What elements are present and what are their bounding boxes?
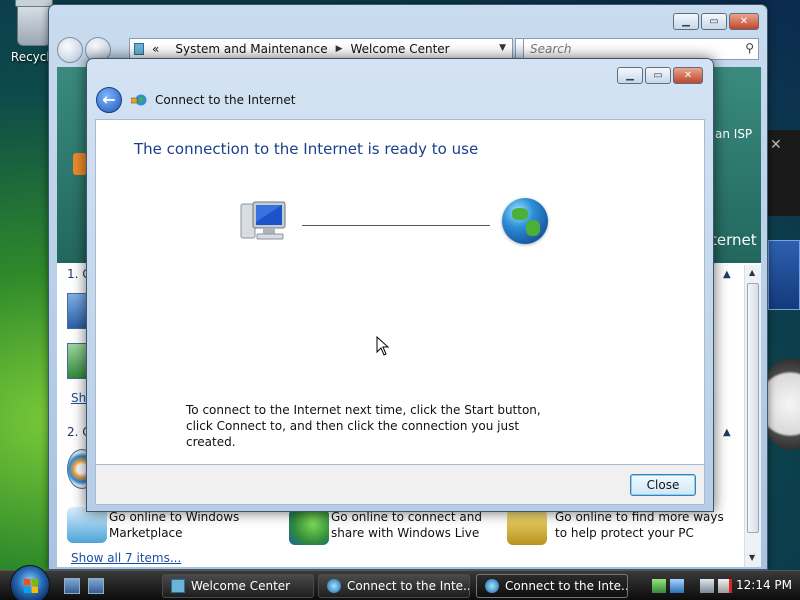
breadcrumb-system-maintenance[interactable]: System and Maintenance: [175, 42, 327, 56]
dialog-window-controls: ▁ ▭ ✕: [617, 67, 703, 84]
search-placeholder: Search: [530, 42, 572, 56]
minimize-button[interactable]: ▁: [673, 13, 699, 30]
recycle-bin-icon: [15, 0, 53, 46]
collapse-section-2-icon[interactable]: ▲: [723, 427, 731, 438]
tile-protect-line1[interactable]: Go online to find more ways: [555, 510, 724, 525]
dialog-minimize-button[interactable]: ▁: [617, 67, 643, 84]
close-window-button[interactable]: ✕: [729, 13, 759, 30]
vertical-scrollbar[interactable]: ▲ ▼: [744, 265, 761, 567]
breadcrumb-prefix[interactable]: «: [152, 42, 159, 56]
network-globe-icon: [485, 579, 499, 593]
taskbar-connect-internet-1[interactable]: Connect to the Inte...: [318, 574, 470, 598]
connect-internet-dialog: ▁ ▭ ✕ ← Connect to the Internet The conn…: [86, 58, 714, 512]
status-heading: The connection to the Internet is ready …: [134, 140, 479, 158]
instruction-text: To connect to the Internet next time, cl…: [186, 403, 541, 449]
dialog-title: Connect to the Internet: [155, 93, 296, 107]
connection-line: [302, 225, 490, 226]
address-bar[interactable]: « System and Maintenance ▶ Welcome Cente…: [129, 38, 513, 60]
clock[interactable]: 12:14 PM: [736, 578, 792, 592]
taskbar: Welcome Center Connect to the Inte... Co…: [0, 565, 800, 600]
taskbar-button-label: Connect to the Inte...: [505, 579, 628, 593]
mouse-pointer-icon: [376, 336, 390, 356]
marketplace-basket-icon[interactable]: [67, 507, 107, 543]
maximize-button[interactable]: ▭: [701, 13, 727, 30]
network-globe-icon: [131, 94, 147, 106]
breadcrumb-arrow-icon[interactable]: ▶: [336, 44, 343, 54]
search-icon[interactable]: ⚲: [745, 41, 754, 55]
network-status-icon[interactable]: [700, 579, 714, 593]
security-center-icon[interactable]: [652, 579, 666, 593]
security-lock-icon[interactable]: [507, 509, 547, 545]
globe-land-1: [512, 208, 528, 220]
banner-internet-text: ternet: [711, 231, 757, 249]
tile-marketplace-line1[interactable]: Go online to Windows: [109, 510, 239, 525]
window-controls: ▁ ▭ ✕: [673, 13, 759, 30]
collapse-section-1-icon[interactable]: ▲: [723, 269, 731, 280]
dialog-maximize-button[interactable]: ▭: [645, 67, 671, 84]
taskbar-connect-internet-2[interactable]: Connect to the Inte...: [476, 574, 628, 598]
search-input[interactable]: Search ⚲: [523, 38, 759, 60]
start-button[interactable]: [10, 565, 50, 600]
show-all-items-link[interactable]: Show all 7 items...: [71, 551, 181, 565]
taskbar-welcome-center[interactable]: Welcome Center: [162, 574, 314, 598]
dialog-body: The connection to the Internet is ready …: [95, 119, 705, 465]
windows-live-people-icon[interactable]: [289, 509, 329, 545]
windows-update-icon[interactable]: [670, 579, 684, 593]
close-button[interactable]: Close: [630, 474, 696, 496]
breadcrumb-welcome-center[interactable]: Welcome Center: [351, 42, 450, 56]
address-dropdown-icon[interactable]: ▼: [499, 43, 506, 53]
volume-muted-icon[interactable]: [718, 579, 732, 593]
switch-windows-icon[interactable]: [88, 578, 104, 594]
tile-protect-line2[interactable]: to help protect your PC: [555, 526, 694, 541]
gadget-close-icon[interactable]: ✕: [770, 137, 782, 153]
windows-flag-icon: [24, 579, 38, 593]
globe-land-2: [526, 220, 540, 236]
show-desktop-icon[interactable]: [64, 578, 80, 594]
system-tray: 12:14 PM: [648, 574, 798, 598]
banner-orange-button[interactable]: [73, 153, 87, 175]
back-arrow-button[interactable]: ←: [96, 87, 122, 113]
network-globe-icon: [327, 579, 341, 593]
tile-live-line1[interactable]: Go online to connect and: [331, 510, 482, 525]
welcome-center-icon: [171, 579, 185, 593]
banner-isp-text: an ISP: [715, 127, 753, 141]
sidebar-gadget-slideshow[interactable]: [768, 240, 800, 310]
scrollbar-thumb[interactable]: [747, 283, 759, 533]
taskbar-button-label: Connect to the Inte...: [347, 579, 470, 593]
computer-icon: [240, 201, 286, 240]
tile-marketplace-line2[interactable]: Marketplace: [109, 526, 183, 541]
scroll-up-icon[interactable]: ▲: [749, 268, 755, 277]
back-nav-button[interactable]: [57, 37, 83, 63]
taskbar-button-label: Welcome Center: [191, 579, 291, 593]
tile-live-line2[interactable]: share with Windows Live: [331, 526, 479, 541]
scroll-down-icon[interactable]: ▼: [749, 553, 755, 562]
dialog-footer: Close: [95, 465, 705, 505]
dialog-close-x-button[interactable]: ✕: [673, 67, 703, 84]
control-panel-icon: [134, 43, 144, 55]
internet-globe-icon: [502, 198, 548, 244]
